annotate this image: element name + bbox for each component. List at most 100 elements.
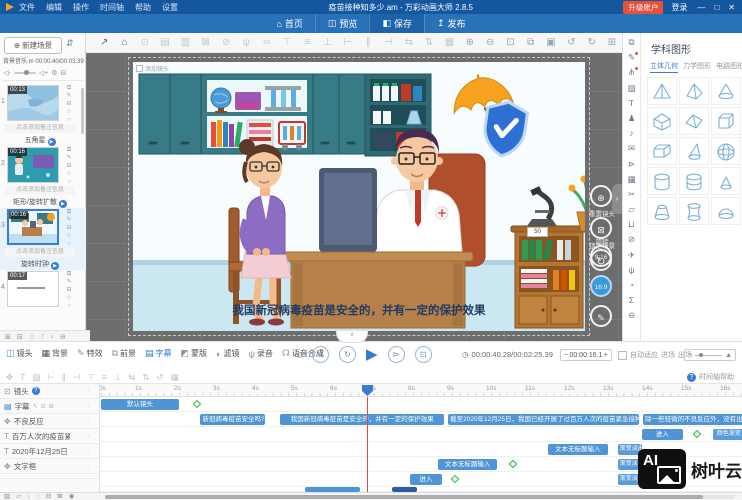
shape-cone[interactable]	[711, 77, 741, 105]
shape-box[interactable]	[647, 137, 677, 165]
track-text-1-label[interactable]: T百万人次的疫苗紧..· ·	[0, 429, 100, 444]
play-button[interactable]: ▶	[366, 347, 378, 363]
add-folder-icon[interactable]: ▱	[16, 493, 21, 500]
tool-camera[interactable]: ◫镜头	[6, 348, 33, 359]
volume-up-icon[interactable]: ◁+	[39, 69, 48, 77]
text-tool-icon[interactable]: T	[20, 372, 25, 383]
comment-icon[interactable]: ⊙	[135, 37, 155, 48]
scene-note[interactable]: 点击添加备注信息	[5, 248, 75, 257]
paste-icon[interactable]: ▣	[541, 37, 561, 48]
mic-icon[interactable]: ψ	[628, 265, 634, 276]
movie-icon[interactable]: ⊔	[628, 219, 635, 230]
close-button[interactable]: ✕	[728, 3, 735, 12]
scene-thumbnail[interactable]: 00:16	[7, 147, 59, 183]
shape-cylinder[interactable]	[647, 167, 677, 195]
shape-prism-tri[interactable]	[679, 107, 709, 135]
scene-edit-icon[interactable]: ✎	[66, 93, 71, 100]
effects-icon[interactable]: ✎	[628, 52, 635, 63]
align-right-icon[interactable]: ⊣	[378, 37, 398, 48]
select-icon[interactable]: ✥	[6, 372, 13, 383]
nav-home[interactable]: ⌂首页	[264, 14, 314, 33]
timeline-block[interactable]: 进入	[642, 429, 683, 440]
scene-favorite-icon[interactable]: ☆	[66, 233, 71, 240]
timeline-block[interactable]: 我国新冠病毒疫苗是安全的，并有一定的保护效果	[280, 414, 444, 425]
scene-favorite-icon[interactable]: ☆	[66, 295, 71, 302]
track-action-icon[interactable]: ⊟	[41, 403, 46, 410]
timeline-zoom-slider[interactable]: − ▲	[684, 349, 736, 361]
align-left-icon[interactable]: ⊢	[47, 372, 54, 383]
nav-preview[interactable]: ◫预览	[315, 14, 370, 33]
bgm-settings-icon[interactable]: ⚙	[51, 69, 57, 77]
timeline-block[interactable]: 进入	[410, 474, 442, 485]
tool-effect[interactable]: ✎特效	[77, 348, 103, 359]
track-camera-label[interactable]: ⊡镜头?· ·	[0, 384, 100, 399]
shape-spool[interactable]	[679, 197, 709, 225]
scene-note[interactable]: 点击添加备注信息	[5, 124, 75, 133]
scene-more-icon[interactable]: ○	[67, 179, 71, 186]
align-middle-icon[interactable]: ≡	[102, 372, 107, 383]
menu-item[interactable]: 操作	[73, 2, 89, 13]
right-panel-toggle[interactable]: ›	[612, 184, 622, 214]
menu-item[interactable]: 文件	[19, 2, 35, 13]
shapes-icon[interactable]: ⧉	[628, 37, 634, 48]
shape-sphere[interactable]	[711, 137, 741, 165]
timeline-help[interactable]: ? 时间轴帮助	[687, 372, 734, 382]
scene-transition-name[interactable]: 旋转时钟▶	[0, 259, 80, 270]
reset-camera-button[interactable]: ⊕	[590, 185, 612, 207]
edit-scene-button[interactable]: ✎	[590, 305, 612, 327]
group-icon[interactable]: ▦	[171, 372, 179, 383]
new-scene-button[interactable]: ⊕ 新建场景	[4, 37, 62, 54]
gallery-icon[interactable]: ▦	[627, 174, 635, 185]
undo-icon[interactable]: ↺	[561, 37, 581, 48]
redo-icon[interactable]: ↻	[582, 37, 602, 48]
scene-item[interactable]: 100:13⧉✎⊟☆○点击添加备注信息五角星▶	[0, 84, 86, 146]
align-bottom-icon[interactable]: ⊥	[317, 37, 337, 48]
maximize-button[interactable]: □	[714, 3, 719, 12]
scene-delete-icon[interactable]: ⊟	[66, 101, 71, 108]
lock-element-icon[interactable]: ⊠	[196, 37, 216, 48]
minimize-button[interactable]: —	[697, 3, 705, 12]
zoom-track[interactable]	[695, 355, 722, 356]
shape-pyramid[interactable]	[647, 77, 677, 105]
move-down-icon[interactable]: ↓	[27, 493, 30, 500]
scene-edit-icon[interactable]: ✎	[66, 279, 71, 286]
shape-tab[interactable]: 立体几何	[650, 61, 678, 73]
dialog-icon[interactable]: ✉	[628, 143, 635, 154]
scene-item[interactable]: 400:17⧉✎⊟☆○	[0, 270, 86, 330]
tool-foreground[interactable]: ⧉前景	[112, 348, 136, 359]
scene-edit-icon[interactable]: ✎	[66, 155, 71, 162]
fullscreen-preview-button[interactable]: ⊡	[415, 346, 432, 363]
distribute-v-icon[interactable]: ⇅	[419, 37, 439, 48]
duration-value[interactable]: 00:00:16.1	[569, 352, 602, 359]
scene-list-scrollbar[interactable]	[81, 88, 84, 134]
zoom-out-icon[interactable]: ⊖	[480, 37, 500, 48]
tool-mask[interactable]: ◩蒙版	[181, 348, 208, 359]
scene-transition-name[interactable]: 矩形/旋转扩散▶	[0, 197, 80, 208]
timer-icon[interactable]: ◔	[629, 280, 634, 291]
visibility-icon[interactable]: ◉	[69, 493, 75, 500]
timeline-scrollbar[interactable]	[105, 495, 735, 499]
timeline-block[interactable]: 颜色渐变	[713, 429, 742, 440]
rotate-value[interactable]: 50	[527, 227, 548, 237]
track-toggles[interactable]: · ·	[73, 463, 95, 470]
track-partial-label[interactable]	[0, 474, 100, 479]
image-tool-icon[interactable]: ▨	[32, 372, 40, 383]
align-top-icon[interactable]: ⊤	[87, 372, 94, 383]
image-icon[interactable]: ▨	[627, 83, 635, 94]
shape-tab[interactable]: 力学图形	[683, 61, 711, 73]
duration-minus-button[interactable]: −	[564, 352, 568, 359]
tool-filter[interactable]: ◐滤镜	[216, 348, 239, 359]
tools-collapse-icon[interactable]: ⊖	[296, 350, 304, 361]
move-up-icon[interactable]: ↑	[36, 493, 39, 500]
shape-cone-small[interactable]	[711, 167, 741, 195]
timeline-block[interactable]: 新冠病毒疫苗安全吗?	[200, 414, 264, 425]
scene-delete-icon[interactable]: ⊟	[66, 163, 71, 170]
video-icon[interactable]: ⊳	[628, 159, 635, 170]
scene-thumbnail[interactable]: 00:13	[7, 85, 59, 121]
scene-more-icon[interactable]: ○	[67, 303, 71, 310]
scene-delete-icon[interactable]: ⊟	[66, 287, 71, 294]
shape-dome[interactable]	[711, 197, 741, 225]
shape-cube[interactable]	[711, 107, 741, 135]
shape-prism-pent[interactable]	[647, 107, 677, 135]
scene-duplicate-icon[interactable]: ⧉	[67, 209, 71, 216]
